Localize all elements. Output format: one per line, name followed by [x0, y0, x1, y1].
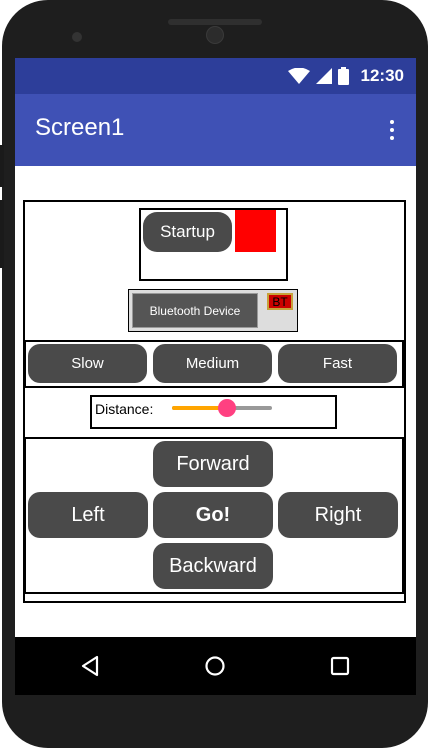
fast-button[interactable]: Fast: [278, 344, 397, 383]
distance-label: Distance:: [95, 401, 154, 417]
medium-button-label: Medium: [185, 355, 240, 372]
app-bar: Screen1: [15, 94, 416, 166]
earpiece-speaker: [168, 19, 262, 25]
fast-button-label: Fast: [322, 355, 353, 372]
nav-back-button[interactable]: [61, 637, 119, 695]
backward-button[interactable]: Backward: [153, 543, 273, 589]
right-button[interactable]: Right: [278, 492, 398, 538]
volume-button: [0, 145, 4, 187]
status-bar: 12:30: [15, 58, 416, 94]
power-button: [0, 200, 4, 268]
forward-button-label: Forward: [176, 452, 250, 475]
front-camera: [72, 32, 82, 42]
slider-thumb[interactable]: [218, 399, 236, 417]
nav-home-button[interactable]: [186, 637, 244, 695]
bt-status-label: BT: [272, 294, 288, 309]
recents-square-icon: [330, 656, 350, 676]
left-button-label: Left: [71, 503, 105, 526]
status-clock: 12:30: [360, 66, 404, 85]
proximity-sensor: [206, 26, 224, 44]
bluetooth-device-label: Bluetooth Device: [149, 303, 241, 318]
bt-status-indicator: BT: [267, 293, 293, 310]
slow-button-label: Slow: [71, 355, 104, 372]
app-title: Screen1: [35, 114, 125, 141]
phone-frame: 12:30 Screen1 Startup Bluetooth Device B…: [0, 0, 431, 753]
distance-slider[interactable]: [172, 398, 272, 418]
overflow-menu-icon[interactable]: [382, 120, 402, 140]
right-button-label: Right: [314, 503, 362, 526]
backward-button-label: Backward: [169, 554, 257, 577]
signal-icon: [315, 68, 332, 84]
startup-button-label: Startup: [160, 222, 215, 241]
left-button[interactable]: Left: [28, 492, 148, 538]
navigation-bar: [15, 637, 416, 695]
startup-indicator: [235, 210, 276, 252]
wifi-icon: [287, 68, 310, 84]
forward-button[interactable]: Forward: [153, 441, 273, 487]
back-triangle-icon: [81, 655, 99, 677]
battery-icon: [337, 67, 349, 85]
go-button[interactable]: Go!: [153, 492, 273, 538]
medium-button[interactable]: Medium: [153, 344, 272, 383]
nav-recents-button[interactable]: [311, 637, 369, 695]
go-button-label: Go!: [195, 503, 231, 526]
slow-button[interactable]: Slow: [28, 344, 147, 383]
bluetooth-device-button[interactable]: Bluetooth Device: [132, 293, 258, 328]
startup-button[interactable]: Startup: [143, 212, 232, 252]
screen: 12:30 Screen1 Startup Bluetooth Device B…: [15, 58, 416, 637]
home-circle-icon: [205, 656, 225, 676]
